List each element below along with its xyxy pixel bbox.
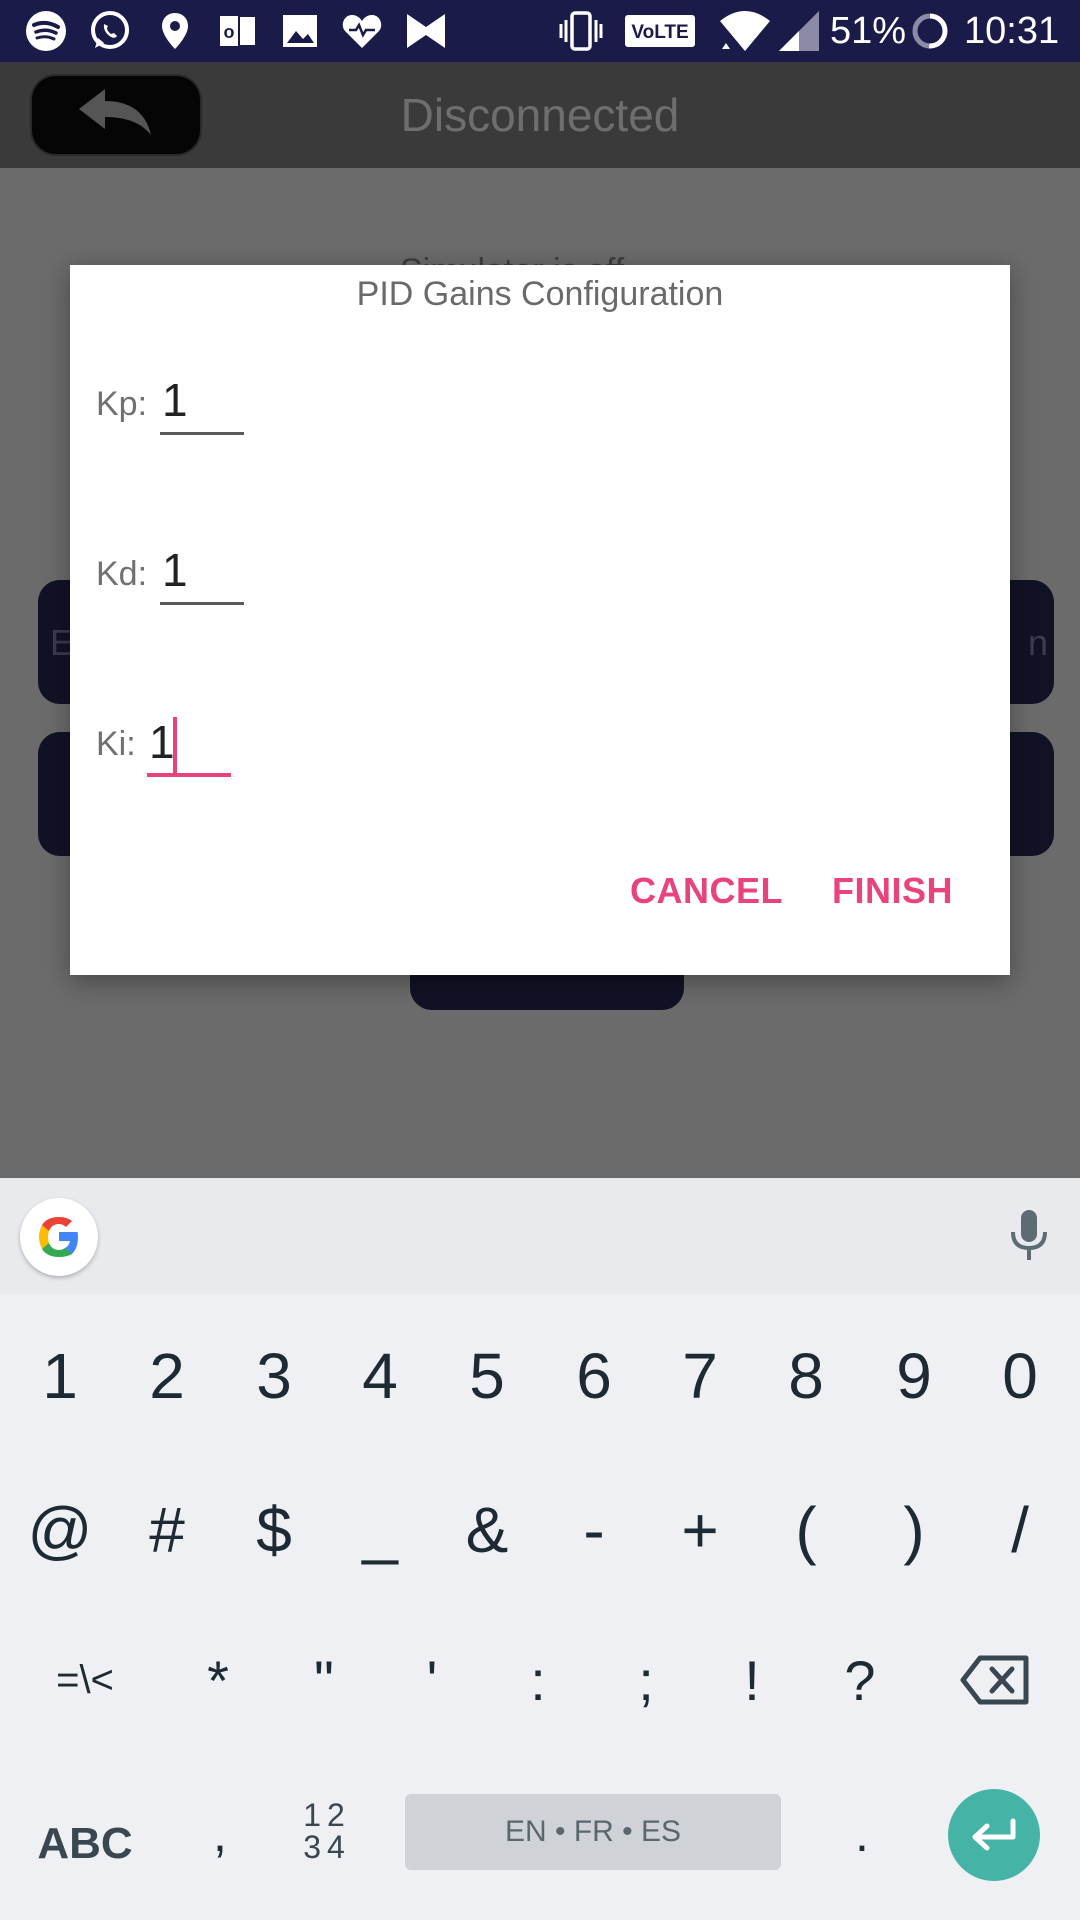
enter-arrow-icon	[972, 1818, 1016, 1851]
kp-input[interactable]: 1	[160, 365, 244, 435]
key-underscore[interactable]: _	[326, 1460, 434, 1600]
key-ampersand[interactable]: &	[433, 1460, 541, 1600]
key-2[interactable]: 2	[113, 1306, 221, 1446]
key-plus[interactable]: +	[646, 1460, 754, 1600]
text-cursor	[173, 717, 177, 773]
key-9[interactable]: 9	[860, 1306, 968, 1446]
key-4[interactable]: 4	[326, 1306, 434, 1446]
pid-gains-dialog: PID Gains Configuration Kp: 1 Kd: 1 Ki: …	[70, 265, 1010, 975]
bowtie-icon	[404, 10, 448, 52]
key-5[interactable]: 5	[433, 1306, 541, 1446]
health-icon	[340, 10, 384, 52]
gallery-icon	[280, 10, 320, 52]
battery-percent: 51%	[830, 10, 907, 52]
key-1[interactable]: 1	[6, 1306, 114, 1446]
key-question[interactable]: ?	[806, 1610, 914, 1750]
key-more-symbols[interactable]: =\<	[20, 1610, 150, 1750]
keyboard: 1 2 3 4 5 6 7 8 9 0 @ # $ _ & - + ( ) / …	[0, 1294, 1080, 1920]
key-period[interactable]: .	[808, 1764, 916, 1904]
key-dollar[interactable]: $	[220, 1460, 328, 1600]
key-single-quote[interactable]: '	[378, 1610, 486, 1750]
kd-input[interactable]: 1	[160, 535, 244, 605]
key-slash[interactable]: /	[966, 1460, 1074, 1600]
clock: 10:31	[964, 10, 1060, 52]
keyboard-suggestion-bar	[0, 1178, 1080, 1294]
key-open-paren[interactable]: (	[752, 1460, 860, 1600]
enter-key[interactable]	[948, 1789, 1040, 1881]
location-icon	[158, 10, 192, 52]
key-close-paren[interactable]: )	[860, 1460, 968, 1600]
key-6[interactable]: 6	[540, 1306, 648, 1446]
key-double-quote[interactable]: "	[270, 1610, 378, 1750]
key-minus[interactable]: -	[540, 1460, 648, 1600]
kp-label: Kp:	[96, 385, 148, 423]
key-8[interactable]: 8	[752, 1306, 860, 1446]
key-asterisk[interactable]: *	[164, 1610, 272, 1750]
numpad-label-top: 12	[303, 1797, 351, 1833]
google-icon	[39, 1217, 78, 1257]
key-comma[interactable]: ,	[166, 1764, 274, 1904]
key-3[interactable]: 3	[220, 1306, 328, 1446]
numpad-key[interactable]: 12 34	[292, 1799, 362, 1863]
key-7[interactable]: 7	[646, 1306, 754, 1446]
key-exclamation[interactable]: !	[698, 1610, 806, 1750]
dialog-title: PID Gains Configuration	[356, 275, 724, 313]
backspace-icon	[960, 1655, 1029, 1705]
spotify-icon	[24, 10, 68, 52]
svg-text:o: o	[224, 22, 235, 42]
abc-key[interactable]: ABC	[20, 1804, 150, 1884]
signal-icon	[776, 10, 822, 52]
numpad-label-bottom: 34	[303, 1829, 351, 1865]
svg-text:VoLTE: VoLTE	[631, 22, 688, 43]
finish-button[interactable]: FINISH	[832, 870, 953, 912]
cancel-button[interactable]: CANCEL	[630, 870, 783, 912]
ki-label: Ki:	[96, 725, 136, 763]
app-bar: Disconnected	[0, 62, 1080, 168]
key-semicolon[interactable]: ;	[592, 1610, 700, 1750]
app-title: Disconnected	[400, 89, 680, 141]
whatsapp-icon	[88, 10, 132, 52]
backspace-key[interactable]	[940, 1610, 1050, 1750]
background-button-1-label-right: n	[1028, 622, 1049, 663]
ki-input[interactable]: 1	[147, 707, 231, 777]
outlook-icon: o	[216, 10, 258, 52]
microphone-icon[interactable]	[1004, 1208, 1054, 1269]
kd-value: 1	[162, 544, 188, 596]
status-bar: o VoLTE 51% 10:31	[0, 0, 1080, 62]
google-search-button[interactable]	[20, 1198, 98, 1276]
key-hash[interactable]: #	[113, 1460, 221, 1600]
key-0[interactable]: 0	[966, 1306, 1074, 1446]
kd-label: Kd:	[96, 555, 148, 593]
spacebar[interactable]: EN • FR • ES	[405, 1794, 781, 1870]
key-colon[interactable]: :	[484, 1610, 592, 1750]
kp-value: 1	[162, 374, 188, 426]
battery-icon	[910, 10, 950, 52]
vibrate-icon	[556, 10, 606, 52]
wifi-icon	[718, 10, 772, 52]
volte-icon: VoLTE	[624, 10, 696, 52]
key-at[interactable]: @	[6, 1460, 114, 1600]
ki-value: 1	[149, 716, 175, 768]
